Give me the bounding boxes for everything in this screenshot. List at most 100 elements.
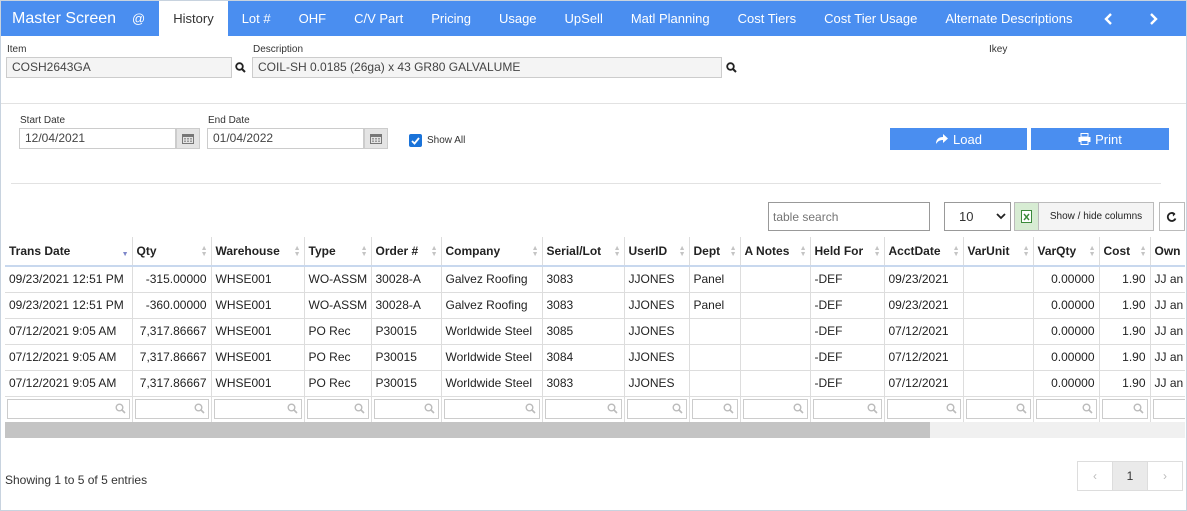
- table-cell: 7,317.86667: [132, 318, 212, 345]
- show-all-label: Show All: [427, 135, 466, 146]
- column-filter-input[interactable]: [1152, 399, 1185, 419]
- table-cell: -DEF: [810, 266, 885, 293]
- column-filter-input[interactable]: [965, 399, 1031, 419]
- table-row[interactable]: 07/12/2021 9:05 AM 7,317.86667 WHSE001 PO R…: [5, 318, 1185, 345]
- tab-pricing[interactable]: Pricing: [417, 1, 485, 36]
- column-header[interactable]: Warehouse ▲ ▼: [211, 237, 305, 267]
- column-header[interactable]: Serial/Lot ▲ ▼: [542, 237, 625, 267]
- brand-title[interactable]: Master Screen: [1, 10, 126, 28]
- tab-upsell[interactable]: UpSell: [551, 1, 617, 36]
- table-cell: Panel: [689, 292, 741, 319]
- column-filter-input[interactable]: [7, 399, 130, 419]
- table-cell: [740, 292, 811, 319]
- column-filter-input[interactable]: [1101, 399, 1148, 419]
- table-row[interactable]: 09/23/2021 12:51 PM -360.00000 WHSE001 WO-A…: [5, 292, 1185, 319]
- table-cell: [740, 344, 811, 371]
- tab-matl-planning[interactable]: Matl Planning: [617, 1, 724, 36]
- tab-cost-tier-usage[interactable]: Cost Tier Usage: [810, 1, 931, 36]
- tab-ohf[interactable]: OHF: [285, 1, 340, 36]
- column-filter-input[interactable]: [742, 399, 808, 419]
- column-header[interactable]: Cost ▲ ▼: [1099, 237, 1151, 267]
- table-cell: JJ an: [1150, 370, 1185, 397]
- start-calendar-icon[interactable]: [176, 128, 200, 149]
- excel-export-button[interactable]: [1014, 202, 1039, 231]
- column-filter-input[interactable]: [626, 399, 687, 419]
- column-header[interactable]: A Notes ▲ ▼: [740, 237, 811, 267]
- column-header[interactable]: Dept ▲ ▼: [689, 237, 741, 267]
- tab-cv-part[interactable]: C/V Part: [340, 1, 417, 36]
- column-filter-cell: [624, 396, 690, 423]
- column-filter-input[interactable]: [373, 399, 439, 419]
- column-header[interactable]: Type ▲ ▼: [304, 237, 372, 267]
- table-cell: [740, 370, 811, 397]
- show-all-checkbox[interactable]: [409, 134, 422, 147]
- table-search-input[interactable]: [768, 202, 930, 231]
- show-hide-columns-button[interactable]: Show / hide columns: [1038, 202, 1154, 231]
- column-filter-input[interactable]: [812, 399, 882, 419]
- description-search-icon[interactable]: [723, 57, 739, 78]
- table-cell: 3083: [542, 292, 625, 319]
- column-header[interactable]: Qty ▲ ▼: [132, 237, 212, 267]
- tab-alternate-descriptions[interactable]: Alternate Descriptions: [931, 1, 1086, 36]
- item-search-icon[interactable]: [232, 57, 248, 78]
- column-filter-cell: [689, 396, 741, 423]
- table-row[interactable]: 07/12/2021 9:05 AM 7,317.86667 WHSE001 PO R…: [5, 370, 1185, 397]
- table-cell: PO Rec: [304, 344, 372, 371]
- column-header[interactable]: UserID ▲ ▼: [624, 237, 690, 267]
- column-filter-cell: [132, 396, 212, 423]
- column-header[interactable]: Own: [1150, 237, 1185, 267]
- page-size-select[interactable]: 10: [944, 202, 1011, 231]
- column-header[interactable]: AcctDate ▲ ▼: [884, 237, 964, 267]
- sort-icon: ▲ ▼: [531, 245, 539, 258]
- table-cell: -DEF: [810, 318, 885, 345]
- table-cell: WHSE001: [211, 370, 305, 397]
- filter-search-icon: [115, 403, 126, 414]
- column-filter-input[interactable]: [886, 399, 961, 419]
- table-cell: PO Rec: [304, 318, 372, 345]
- column-filter-input[interactable]: [1035, 399, 1097, 419]
- description-input[interactable]: COIL-SH 0.0185 (26ga) x 43 GR80 GALVALUM…: [252, 57, 722, 78]
- column-filter-input[interactable]: [134, 399, 209, 419]
- column-header[interactable]: Held For ▲ ▼: [810, 237, 885, 267]
- sort-icon: ▲ ▼: [729, 245, 737, 258]
- end-date-input[interactable]: 01/04/2022: [207, 128, 364, 149]
- prev-page-button[interactable]: ‹: [1078, 462, 1113, 490]
- column-header[interactable]: VarUnit ▲ ▼: [963, 237, 1034, 267]
- table-cell: 09/23/2021 12:51 PM: [5, 292, 133, 319]
- tab-usage[interactable]: Usage: [485, 1, 551, 36]
- tab-history[interactable]: History: [159, 1, 228, 36]
- table-cell: Worldwide Steel: [441, 344, 543, 371]
- column-header[interactable]: Order # ▲ ▼: [371, 237, 442, 267]
- load-button[interactable]: Load: [890, 128, 1027, 150]
- column-filter-input[interactable]: [306, 399, 369, 419]
- column-filter-input[interactable]: [443, 399, 540, 419]
- column-header[interactable]: Company ▲ ▼: [441, 237, 543, 267]
- sort-icon: ▲ ▼: [360, 245, 368, 258]
- table-row[interactable]: 07/12/2021 9:05 AM 7,317.86667 WHSE001 PO R…: [5, 344, 1185, 371]
- start-date-input[interactable]: 12/04/2021: [19, 128, 176, 149]
- end-calendar-icon[interactable]: [364, 128, 388, 149]
- page-1-button[interactable]: 1: [1113, 462, 1148, 490]
- scrollbar-thumb[interactable]: [5, 422, 930, 438]
- table-cell: 0.00000: [1033, 344, 1100, 371]
- column-filter-input[interactable]: [544, 399, 622, 419]
- table-cell: 07/12/2021: [884, 344, 964, 371]
- tab-at[interactable]: @: [126, 1, 159, 36]
- column-header[interactable]: VarQty ▲ ▼: [1033, 237, 1100, 267]
- column-filter-input[interactable]: [213, 399, 302, 419]
- column-filter-input[interactable]: [691, 399, 738, 419]
- table-row[interactable]: 09/23/2021 12:51 PM -315.00000 WHSE001 WO-A…: [5, 266, 1185, 293]
- print-button[interactable]: Print: [1031, 128, 1169, 150]
- next-page-button[interactable]: ›: [1148, 462, 1182, 490]
- nav-prev-icon[interactable]: [1087, 1, 1131, 36]
- table-cell: [963, 344, 1034, 371]
- item-input[interactable]: COSH2643GA: [6, 57, 232, 78]
- tab-cost-tiers[interactable]: Cost Tiers: [724, 1, 811, 36]
- column-header[interactable]: Trans Date ▼: [5, 237, 133, 267]
- nav-next-icon[interactable]: [1131, 1, 1175, 36]
- tab-lot[interactable]: Lot #: [228, 1, 285, 36]
- horizontal-scrollbar[interactable]: [5, 422, 1185, 438]
- refresh-button[interactable]: [1159, 202, 1185, 231]
- column-filter-cell: [5, 396, 133, 423]
- table-cell: [963, 318, 1034, 345]
